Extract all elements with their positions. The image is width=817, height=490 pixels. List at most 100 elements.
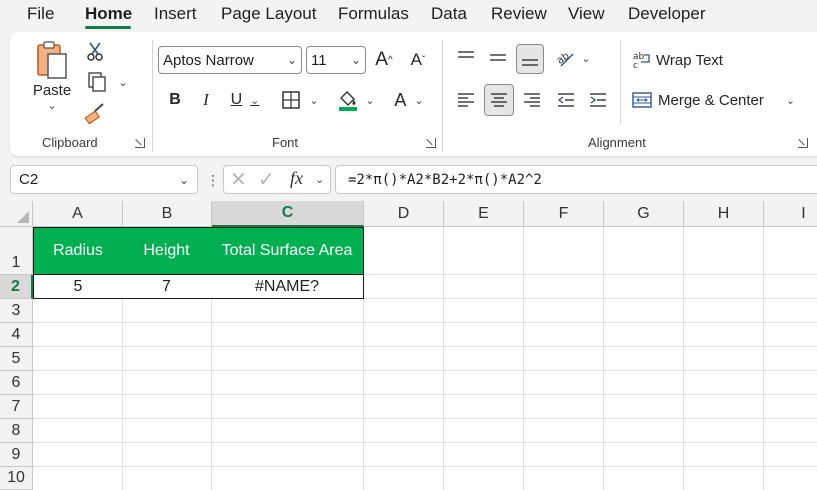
gridline <box>33 394 817 395</box>
scissors-icon <box>87 42 103 61</box>
align-right-button[interactable] <box>518 86 546 114</box>
bold-button[interactable]: B <box>162 86 188 114</box>
column-header-e[interactable]: E <box>444 201 524 227</box>
chevron-down-icon[interactable]: ⌄ <box>315 173 324 186</box>
cut-button[interactable] <box>82 38 108 64</box>
gridline <box>33 322 817 323</box>
align-middle-icon <box>490 54 506 61</box>
orientation-button[interactable]: ab ⌄ <box>552 44 594 72</box>
decrease-indent-button[interactable] <box>552 86 580 114</box>
underline-button[interactable]: U ⌄ <box>224 86 266 114</box>
font-size-combo[interactable]: 11 ⌄ <box>306 46 366 74</box>
grow-font-label: A <box>375 49 388 70</box>
alignment-launcher-icon[interactable] <box>798 138 808 148</box>
paste-dropdown-icon: ⌄ <box>47 100 57 112</box>
italic-label: I <box>203 90 209 109</box>
bold-label: B <box>169 91 181 108</box>
italic-button[interactable]: I <box>193 86 219 114</box>
cell-b1[interactable]: Height <box>122 227 212 275</box>
borders-button[interactable]: ⌄ <box>278 86 322 114</box>
row-header-10[interactable]: 10 <box>0 467 33 490</box>
cancel-icon[interactable]: ✕ <box>230 167 247 192</box>
cell-a1[interactable]: Radius <box>33 227 123 275</box>
tab-formulas[interactable]: Formulas <box>338 4 409 24</box>
tab-data[interactable]: Data <box>431 4 467 24</box>
more-options-icon[interactable]: ⋮ <box>206 172 220 189</box>
increase-indent-button[interactable] <box>584 86 612 114</box>
column-header-b[interactable]: B <box>123 201 212 227</box>
column-header-a[interactable]: A <box>33 201 123 227</box>
tab-file[interactable]: File <box>27 4 54 24</box>
tab-insert[interactable]: Insert <box>154 4 197 24</box>
paste-label: Paste <box>32 82 72 99</box>
paste-button[interactable]: Paste ⌄ <box>28 40 76 120</box>
row-header-1[interactable]: 1 <box>0 227 33 275</box>
ribbon: Paste ⌄ ⌄ Clipboard Aptos Narrow ⌄ 11 ⌄ <box>10 32 817 156</box>
name-box[interactable]: C2 ⌄ <box>10 165 198 194</box>
copy-dropdown-icon: ⌄ <box>118 76 128 89</box>
font-color-button[interactable]: A ⌄ <box>388 84 430 116</box>
row-header-8[interactable]: 8 <box>0 419 33 443</box>
tab-developer[interactable]: Developer <box>628 4 706 24</box>
shrink-font-label: A <box>410 50 422 69</box>
formula-bar: C2 ⌄ ⋮ ✕ ✓ fx ⌄ =2*π()*A2*B2+2*π()*A2^2 <box>0 160 817 198</box>
wrap-text-icon: abc <box>633 52 650 70</box>
bottom-align-button[interactable] <box>516 44 544 74</box>
grow-font-button[interactable]: A ^ <box>370 46 398 74</box>
align-left-button[interactable] <box>452 86 480 114</box>
shrink-font-button[interactable]: Aˇ <box>404 46 432 74</box>
row-header-5[interactable]: 5 <box>0 347 33 371</box>
row-header-9[interactable]: 9 <box>0 443 33 467</box>
font-size-value: 11 <box>311 51 327 69</box>
font-launcher-icon[interactable] <box>426 138 436 148</box>
tab-page-layout[interactable]: Page Layout <box>221 4 316 24</box>
insert-function-icon[interactable]: fx <box>290 168 303 189</box>
align-left-icon <box>458 93 474 107</box>
chevron-down-icon: ⌄ <box>286 53 297 67</box>
cell-b2[interactable]: 7 <box>122 275 212 299</box>
underline-label: U <box>230 91 243 108</box>
row-header-2[interactable]: 2 <box>0 275 33 299</box>
copy-button[interactable]: ⌄ <box>82 68 132 96</box>
gridline <box>33 346 817 347</box>
enter-icon[interactable]: ✓ <box>258 167 275 192</box>
decrease-indent-icon <box>557 93 574 107</box>
menu-bar: File Home Insert Page Layout Formulas Da… <box>0 0 817 29</box>
column-header-g[interactable]: G <box>604 201 684 227</box>
svg-text:c: c <box>633 61 638 70</box>
tab-review[interactable]: Review <box>491 4 547 24</box>
align-top-icon <box>458 51 474 58</box>
row-header-3[interactable]: 3 <box>0 299 33 323</box>
font-name-value: Aptos Narrow <box>163 51 254 69</box>
format-painter-button[interactable] <box>82 100 108 126</box>
row-header-7[interactable]: 7 <box>0 395 33 419</box>
middle-align-button[interactable] <box>484 44 512 72</box>
merge-center-button[interactable]: Merge & Center ⌄ <box>632 86 796 114</box>
active-tab-indicator <box>85 26 131 29</box>
formula-input[interactable]: =2*π()*A2*B2+2*π()*A2^2 <box>335 165 817 194</box>
fill-color-button[interactable]: ⌄ <box>333 84 379 116</box>
font-name-combo[interactable]: Aptos Narrow ⌄ <box>158 46 302 74</box>
column-header-i[interactable]: I <box>764 201 817 227</box>
select-all-button[interactable] <box>0 201 33 227</box>
row-header-6[interactable]: 6 <box>0 371 33 395</box>
paste-icon <box>37 41 67 79</box>
column-header-h[interactable]: H <box>684 201 764 227</box>
column-header-d[interactable]: D <box>364 201 444 227</box>
chevron-down-icon: ⌄ <box>365 94 375 107</box>
copy-icon <box>88 72 107 92</box>
wrap-text-button[interactable]: ab c Wrap Text <box>632 46 732 74</box>
cell-c1[interactable]: Total Surface Area <box>211 227 364 275</box>
row-header-4[interactable]: 4 <box>0 323 33 347</box>
align-center-button[interactable] <box>484 84 514 116</box>
cell-c2[interactable]: #NAME? <box>211 275 364 299</box>
chevron-down-icon: ⌄ <box>414 94 424 107</box>
column-header-f[interactable]: F <box>524 201 604 227</box>
tab-view[interactable]: View <box>568 4 605 24</box>
cell-a2[interactable]: 5 <box>33 275 123 299</box>
tab-home[interactable]: Home <box>85 4 132 24</box>
clipboard-launcher-icon[interactable] <box>135 138 145 148</box>
column-header-c[interactable]: C <box>212 201 364 227</box>
gridline <box>683 227 684 490</box>
top-align-button[interactable] <box>452 44 480 72</box>
